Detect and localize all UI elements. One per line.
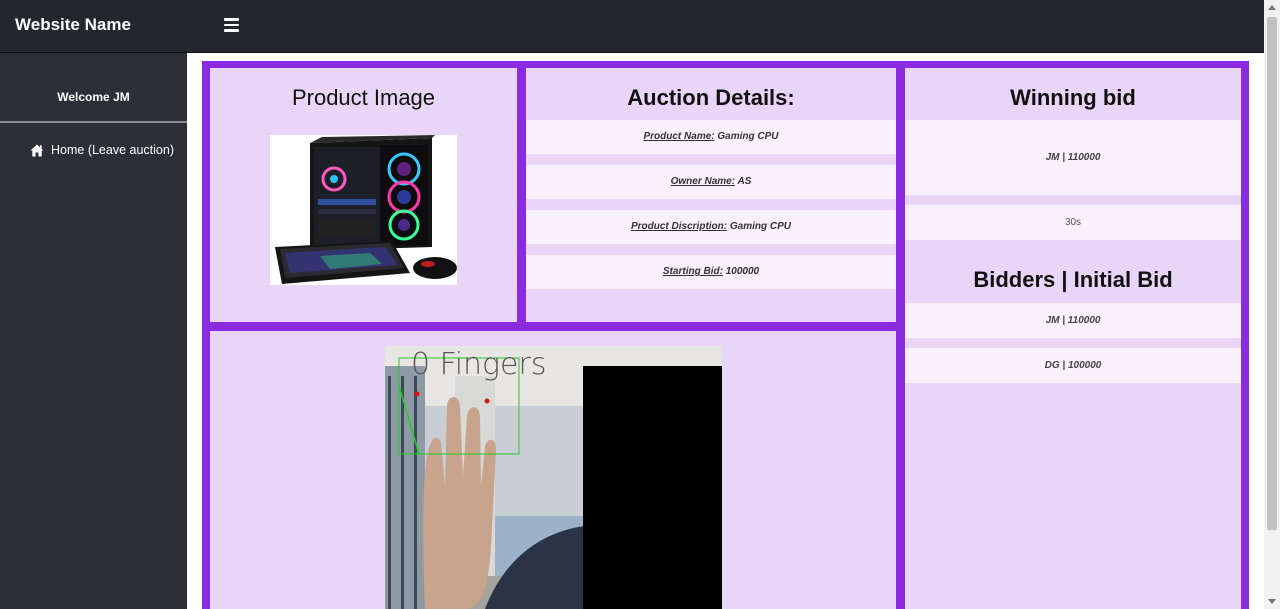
bidders-title: Bidders | Initial Bid <box>973 267 1173 292</box>
auction-details-title: Auction Details: <box>627 85 795 110</box>
finger-count-text: 0 Fingers <box>411 347 546 382</box>
winning-bid-panel: Winning bid JM | 110000 30s Bidders | In… <box>905 68 1241 609</box>
camera-panel: 0 Fingers <box>210 331 896 609</box>
product-image <box>270 135 457 285</box>
bidder-row: DG | 100000 <box>905 348 1241 383</box>
detail-label: Starting Bid: <box>662 266 723 277</box>
scroll-down-icon[interactable] <box>1268 599 1276 604</box>
detail-label: Owner Name: <box>670 176 736 187</box>
sidebar: Welcome JM Home (Leave auction) <box>0 53 187 609</box>
product-image-panel: Product Image <box>210 68 517 322</box>
detail-value: 100000 <box>722 266 760 277</box>
detail-value: AS <box>735 176 752 187</box>
product-image-title: Product Image <box>291 85 436 110</box>
hamburger-menu-icon[interactable] <box>224 18 239 32</box>
welcome-label: Welcome JM <box>0 53 187 123</box>
detail-value: Gaming CPU <box>714 131 779 142</box>
detail-label: Product Name: <box>643 131 715 142</box>
auction-main: Product Image Auction Details: Product N… <box>202 61 1249 609</box>
detail-row-starting-bid: Starting Bid: 100000 <box>526 255 896 289</box>
detail-label: Product Discription: <box>630 221 728 232</box>
winning-bid-value: JM | 110000 <box>905 120 1241 195</box>
top-navbar: Website Name <box>0 0 1264 53</box>
scroll-up-icon[interactable] <box>1268 5 1276 10</box>
scroll-thumb[interactable] <box>1267 17 1277 530</box>
website-name[interactable]: Website Name <box>15 15 131 35</box>
winning-bid-title: Winning bid <box>1010 85 1136 110</box>
camera-feed: 0 Fingers <box>385 346 722 609</box>
home-icon <box>30 144 44 156</box>
auction-timer: 30s <box>905 205 1241 240</box>
detail-value: Gaming CPU <box>727 221 792 232</box>
detail-row-description: Product Discription: Gaming CPU <box>526 210 896 244</box>
page-scrollbar[interactable] <box>1264 0 1280 609</box>
detail-row-product-name: Product Name: Gaming CPU <box>526 120 896 154</box>
sidebar-item-home[interactable]: Home (Leave auction) <box>30 143 174 157</box>
detail-row-owner-name: Owner Name: AS <box>526 165 896 199</box>
home-link-label: Home (Leave auction) <box>51 143 174 157</box>
auction-details-panel: Auction Details: Product Name: Gaming CP… <box>526 68 896 322</box>
bidder-row: JM | 110000 <box>905 303 1241 338</box>
